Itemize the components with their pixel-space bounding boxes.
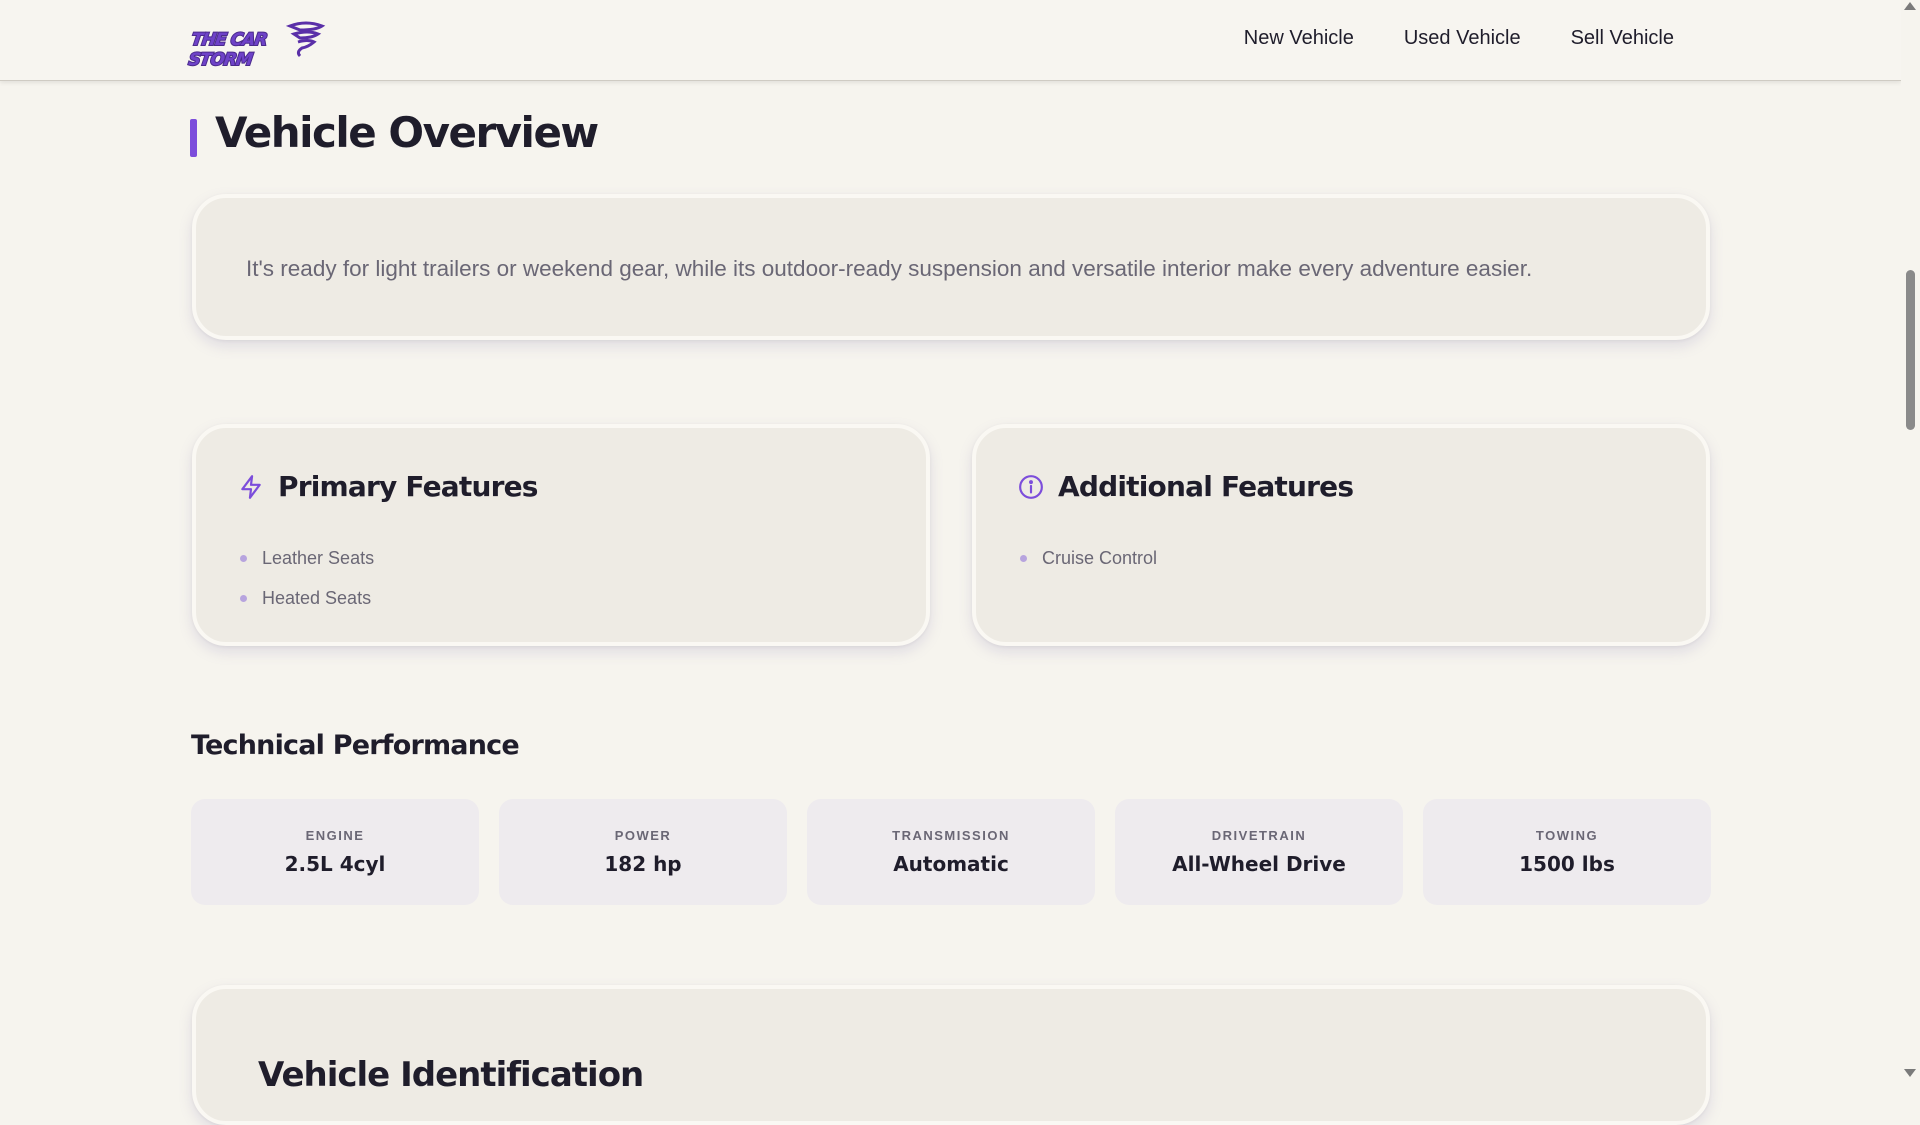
spec-label: POWER (614, 828, 672, 843)
primary-features-title: Primary Features (278, 470, 538, 503)
spec-drivetrain: DRIVETRAIN All-Wheel Drive (1115, 799, 1403, 905)
main-nav: New Vehicle Used Vehicle Sell Vehicle (1244, 27, 1674, 50)
primary-features-card: Primary Features Leather Seats Heated Se… (192, 424, 930, 646)
list-item: Leather Seats (240, 538, 374, 578)
nav-sell-vehicle[interactable]: Sell Vehicle (1571, 27, 1674, 50)
spec-label: ENGINE (305, 828, 365, 843)
feature-label: Heated Seats (262, 587, 372, 608)
feature-label: Cruise Control (1042, 547, 1158, 568)
spec-label: TOWING (1535, 828, 1599, 843)
bullet-dot (240, 594, 247, 602)
site-header: THE CAR STORM THE CAR STORM New Vehicle … (0, 0, 1901, 81)
page-scrollbar[interactable] (1901, 0, 1920, 1080)
additional-features-title: Additional Features (1058, 470, 1354, 503)
spec-value: All-Wheel Drive (1172, 852, 1346, 876)
spec-label: DRIVETRAIN (1211, 828, 1307, 843)
lightning-icon (241, 474, 261, 499)
spec-value: 2.5L 4cyl (284, 852, 386, 876)
bullet-dot (240, 554, 247, 562)
nav-new-vehicle[interactable]: New Vehicle (1244, 27, 1354, 50)
scroll-thumb[interactable] (1906, 270, 1915, 430)
overview-description: It's ready for light trailers or weekend… (246, 256, 1533, 281)
spec-towing: TOWING 1500 lbs (1423, 799, 1711, 905)
overview-card: It's ready for light trailers or weekend… (192, 194, 1710, 340)
site-logo[interactable]: THE CAR STORM THE CAR STORM (186, 20, 326, 71)
section-accent-bar (190, 119, 197, 157)
spec-value: 1500 lbs (1519, 852, 1615, 876)
primary-features-header: Primary Features (238, 470, 538, 503)
feature-label: Leather Seats (262, 547, 375, 568)
primary-features-list: Leather Seats Heated Seats (240, 538, 374, 618)
spec-engine: ENGINE 2.5L 4cyl (191, 799, 479, 905)
nav-used-vehicle[interactable]: Used Vehicle (1404, 27, 1521, 50)
scroll-up-arrow-icon[interactable] (1904, 2, 1916, 10)
list-item: Cruise Control (1020, 538, 1157, 578)
performance-specs: ENGINE 2.5L 4cyl POWER 182 hp TRANSMISSI… (191, 799, 1711, 905)
spec-label: TRANSMISSION (892, 828, 1010, 843)
additional-features-list: Cruise Control (1020, 538, 1157, 578)
spec-transmission: TRANSMISSION Automatic (807, 799, 1095, 905)
vehicle-identification-card: Vehicle Identification (192, 985, 1710, 1125)
page-title: Vehicle Overview (215, 108, 599, 157)
vehicle-identification-title: Vehicle Identification (258, 1055, 644, 1095)
list-item: Heated Seats (240, 578, 374, 618)
additional-features-header: Additional Features (1018, 470, 1354, 503)
spec-value: 182 hp (604, 852, 682, 876)
additional-features-card: Additional Features Cruise Control (972, 424, 1710, 646)
spec-power: POWER 182 hp (499, 799, 787, 905)
scroll-down-arrow-icon[interactable] (1904, 1069, 1916, 1077)
bullet-dot (1020, 554, 1027, 562)
spec-value: Automatic (893, 852, 1009, 876)
technical-performance-title: Technical Performance (191, 730, 520, 761)
info-icon (1019, 474, 1043, 499)
storm-swirl-icon (286, 21, 326, 58)
